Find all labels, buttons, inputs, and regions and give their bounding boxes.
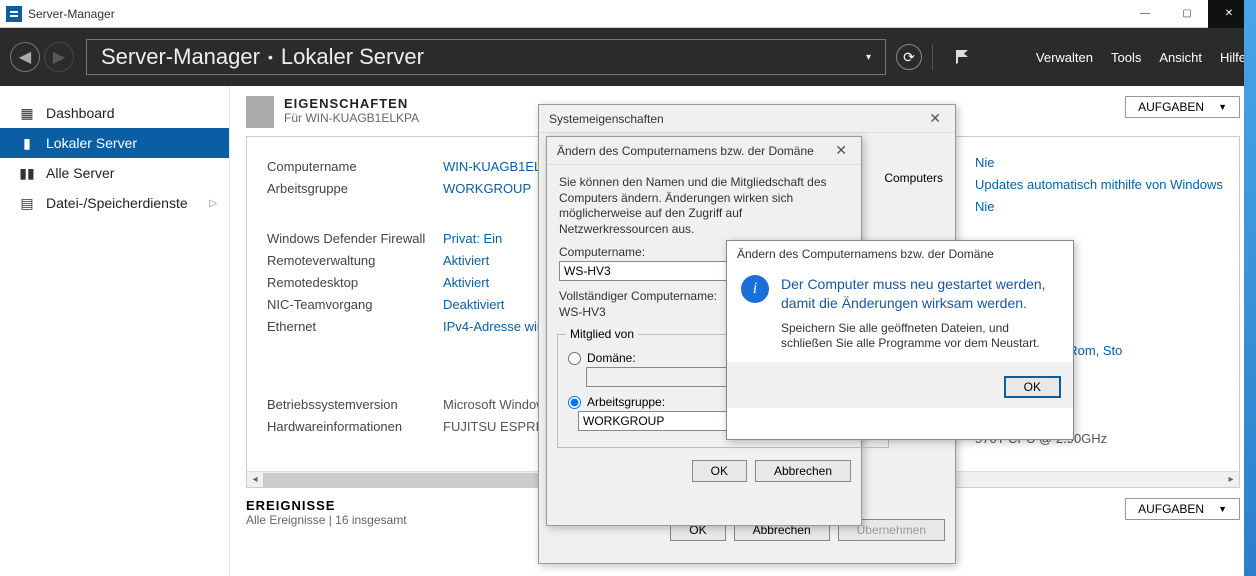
ok-button[interactable]: OK xyxy=(1004,376,1061,398)
label-ethernet: Ethernet xyxy=(267,319,443,334)
separator xyxy=(932,44,933,70)
section-subtitle: Für WIN-KUAGB1ELKPA xyxy=(284,111,419,125)
sidebar-item-label: Lokaler Server xyxy=(46,135,137,151)
window-title: Server-Manager xyxy=(28,7,115,21)
back-button[interactable]: ◀ xyxy=(10,42,40,72)
maximize-button[interactable]: ▢ xyxy=(1166,0,1208,28)
sidebar-item-label: Dashboard xyxy=(46,105,115,121)
sidebar: ▦ Dashboard ▮ Lokaler Server ▮▮ Alle Ser… xyxy=(0,86,230,576)
value-workgroup[interactable]: WORKGROUP xyxy=(443,181,531,196)
sidebar-item-local-server[interactable]: ▮ Lokaler Server xyxy=(0,128,229,158)
notifications-flag-icon[interactable] xyxy=(953,48,971,66)
chevron-down-icon[interactable]: ▾ xyxy=(866,52,871,63)
server-icon xyxy=(246,96,274,128)
sidebar-item-dashboard[interactable]: ▦ Dashboard xyxy=(0,98,229,128)
dialog-subtext: Speichern Sie alle geöffneten Dateien, u… xyxy=(727,317,1073,352)
label-workgroup: Arbeitsgruppe xyxy=(267,181,443,196)
value-last-checked[interactable]: Nie xyxy=(975,199,1225,221)
servers-icon: ▮▮ xyxy=(18,166,36,180)
value-nic-teaming[interactable]: Deaktiviert xyxy=(443,297,504,312)
events-title: EREIGNISSE xyxy=(246,498,407,513)
dialog-title: Systemeigenschaften xyxy=(549,112,664,126)
chevron-icon: • xyxy=(268,49,273,65)
ok-button[interactable]: OK xyxy=(692,460,747,482)
forward-button: ▶ xyxy=(44,42,74,72)
cancel-button[interactable]: Abbrechen xyxy=(755,460,851,482)
chevron-right-icon: ▷ xyxy=(209,198,217,209)
close-icon[interactable]: ✕ xyxy=(925,110,945,127)
label-hardware: Hardwareinformationen xyxy=(267,419,443,434)
value-remote-mgmt[interactable]: Aktiviert xyxy=(443,253,489,268)
restart-required-dialog: Ändern des Computernamens bzw. der Domän… xyxy=(726,240,1074,440)
sidebar-item-label: Datei-/Speicherdienste xyxy=(46,195,188,211)
sidebar-item-all-servers[interactable]: ▮▮ Alle Server xyxy=(0,158,229,188)
refresh-button[interactable]: ⟳ xyxy=(896,44,922,70)
value-firewall[interactable]: Privat: Ein xyxy=(443,231,502,246)
server-icon: ▮ xyxy=(18,136,36,150)
events-subtitle: Alle Ereignisse | 16 insgesamt xyxy=(246,513,407,527)
dialog-hint: Sie können den Namen und die Mitgliedsch… xyxy=(547,165,861,245)
label-computers: Computers xyxy=(884,171,943,185)
label-remote-desktop: Remotedesktop xyxy=(267,275,443,290)
menu-tools[interactable]: Tools xyxy=(1111,50,1141,65)
scroll-right-icon[interactable]: ▸ xyxy=(1223,474,1239,485)
titlebar: Server-Manager — ▢ ✕ xyxy=(0,0,1256,28)
menu-verwalten[interactable]: Verwalten xyxy=(1036,50,1093,65)
label-computer-name: Computername xyxy=(267,159,443,174)
menu-hilfe[interactable]: Hilfe xyxy=(1220,50,1246,65)
scroll-left-icon[interactable]: ◂ xyxy=(247,474,263,485)
breadcrumb-root[interactable]: Server-Manager xyxy=(101,44,260,70)
value-last-update[interactable]: Nie xyxy=(975,155,1225,177)
label-nic-teaming: NIC-Teamvorgang xyxy=(267,297,443,312)
dialog-title: Ändern des Computernamens bzw. der Domän… xyxy=(727,241,1073,267)
sidebar-item-file-storage[interactable]: ▤ Datei-/Speicherdienste ▷ xyxy=(0,188,229,218)
dialog-message: Der Computer muss neu gestartet werden, … xyxy=(781,275,1059,313)
value-windows-update[interactable]: Updates automatisch mithilfe von Windows… xyxy=(975,177,1225,199)
sidebar-item-label: Alle Server xyxy=(46,165,114,181)
dialog-title: Ändern des Computernamens bzw. der Domän… xyxy=(557,144,814,158)
close-icon[interactable]: ✕ xyxy=(831,142,851,159)
header-bar: ◀ ▶ Server-Manager • Lokaler Server ▾ ⟳ … xyxy=(0,28,1256,86)
minimize-button[interactable]: — xyxy=(1124,0,1166,28)
info-icon: i xyxy=(741,275,769,303)
desktop-edge xyxy=(1244,0,1256,576)
label-remote-mgmt: Remoteverwaltung xyxy=(267,253,443,268)
label-firewall: Windows Defender Firewall xyxy=(267,231,443,246)
breadcrumb-current[interactable]: Lokaler Server xyxy=(281,44,424,70)
dashboard-icon: ▦ xyxy=(18,106,36,120)
fieldset-legend: Mitglied von xyxy=(566,327,638,341)
storage-icon: ▤ xyxy=(18,196,36,210)
section-title: EIGENSCHAFTEN xyxy=(284,96,419,111)
breadcrumb[interactable]: Server-Manager • Lokaler Server ▾ xyxy=(86,39,886,75)
menu-ansicht[interactable]: Ansicht xyxy=(1159,50,1202,65)
chevron-down-icon: ▼ xyxy=(1218,504,1227,514)
tasks-dropdown[interactable]: AUFGABEN▼ xyxy=(1125,96,1240,118)
chevron-down-icon: ▼ xyxy=(1218,102,1227,112)
value-remote-desktop[interactable]: Aktiviert xyxy=(443,275,489,290)
app-icon xyxy=(6,6,22,22)
events-tasks-dropdown[interactable]: AUFGABEN▼ xyxy=(1125,498,1240,520)
label-os-version: Betriebssystemversion xyxy=(267,397,443,412)
